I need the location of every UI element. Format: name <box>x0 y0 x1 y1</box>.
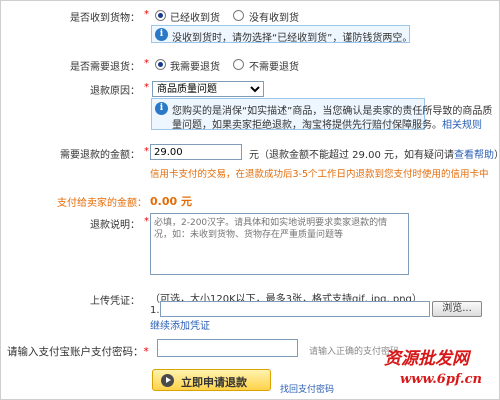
upload-index: 1. <box>150 305 160 316</box>
yuan-unit: 元 <box>249 150 259 161</box>
submit-refund-button[interactable]: 立即申请退款 <box>152 369 271 391</box>
need-return-no-label[interactable]: 不需要退货 <box>249 58 299 73</box>
required-mark: * <box>144 216 149 227</box>
info-icon: i <box>155 28 168 41</box>
forgot-password-link[interactable]: 找回支付密码 <box>280 382 334 395</box>
password-input[interactable] <box>157 339 298 357</box>
received-tip-text: 没收到货时，请勿选择“已经收到货”，谨防钱货两空。 <box>172 33 413 44</box>
need-return-label: 是否需要退货： <box>70 62 140 73</box>
view-help-link[interactable]: 查看帮助 <box>454 150 494 161</box>
credit-card-note: 信用卡支付的交易，在退款成功后3-5个工作日内退款到您支付时使用的信用卡中 <box>150 169 489 180</box>
info-icon: i <box>155 102 168 115</box>
upload-label: 上传凭证： <box>90 296 140 307</box>
pay-seller-label: 支付给卖家的金额： <box>57 198 147 209</box>
submit-refund-label: 立即申请退款 <box>181 377 247 389</box>
reason-tip-line1: 您购买的是消保“如实描述”商品，当您确认是卖家的责任所导致的商品质 <box>172 106 493 117</box>
description-label: 退款说明： <box>90 220 140 231</box>
refund-amount-label: 需要退款的金额： <box>60 150 140 161</box>
need-return-yes-label[interactable]: 我需要退货 <box>170 58 220 73</box>
required-mark: * <box>144 9 149 20</box>
reason-tip-box: i 您购买的是消保“如实描述”商品，当您确认是卖家的责任所导致的商品质 量问题，… <box>151 98 492 131</box>
description-textarea[interactable] <box>150 213 409 275</box>
refund-amount-hint: 元（退款金额不能超过 29.00 元，如有疑问请查看帮助） <box>249 146 500 161</box>
refund-amount-input[interactable] <box>150 144 242 160</box>
related-rules-link[interactable]: 相关规则 <box>442 120 482 131</box>
pay-seller-amount: 0.00 元 <box>150 195 192 208</box>
required-mark: * <box>143 346 149 358</box>
received-no-radio[interactable] <box>233 10 244 21</box>
received-yes-label[interactable]: 已经收到货 <box>170 9 220 24</box>
reason-tip-line2: 量问题，如果卖家拒绝退款，淘宝将提供先行赔付保障服务。 <box>172 120 442 131</box>
refund-limit-suffix: ） <box>494 150 500 161</box>
password-label: 请输入支付宝账户支付密码：* <box>7 346 149 358</box>
required-mark: * <box>144 146 149 157</box>
need-return-no-radio[interactable] <box>233 59 244 70</box>
need-return-yes-radio[interactable] <box>155 59 166 70</box>
received-yes-radio[interactable] <box>155 10 166 21</box>
required-mark: * <box>144 58 149 69</box>
required-mark: * <box>144 82 149 93</box>
received-goods-label: 是否收到货物： <box>70 13 140 24</box>
arrow-right-icon <box>161 374 174 387</box>
refund-limit-text: （退款金额不能超过 29.00 元，如有疑问请 <box>259 150 454 161</box>
received-no-label[interactable]: 没有收到货 <box>249 9 299 24</box>
upload-file-input[interactable] <box>160 301 430 317</box>
add-more-evidence-link[interactable]: 继续添加凭证 <box>150 317 210 332</box>
watermark-text: 资源批发网 <box>384 349 469 369</box>
watermark-url: www.6pf.cn <box>400 372 482 387</box>
received-tip-box: i 没收到货时，请勿选择“已经收到货”，谨防钱货两空。 <box>151 25 413 44</box>
browse-button[interactable]: 浏览... <box>432 301 482 317</box>
reason-select[interactable]: 商品质量问题 <box>152 81 264 97</box>
reason-label: 退款原因： <box>90 86 140 97</box>
